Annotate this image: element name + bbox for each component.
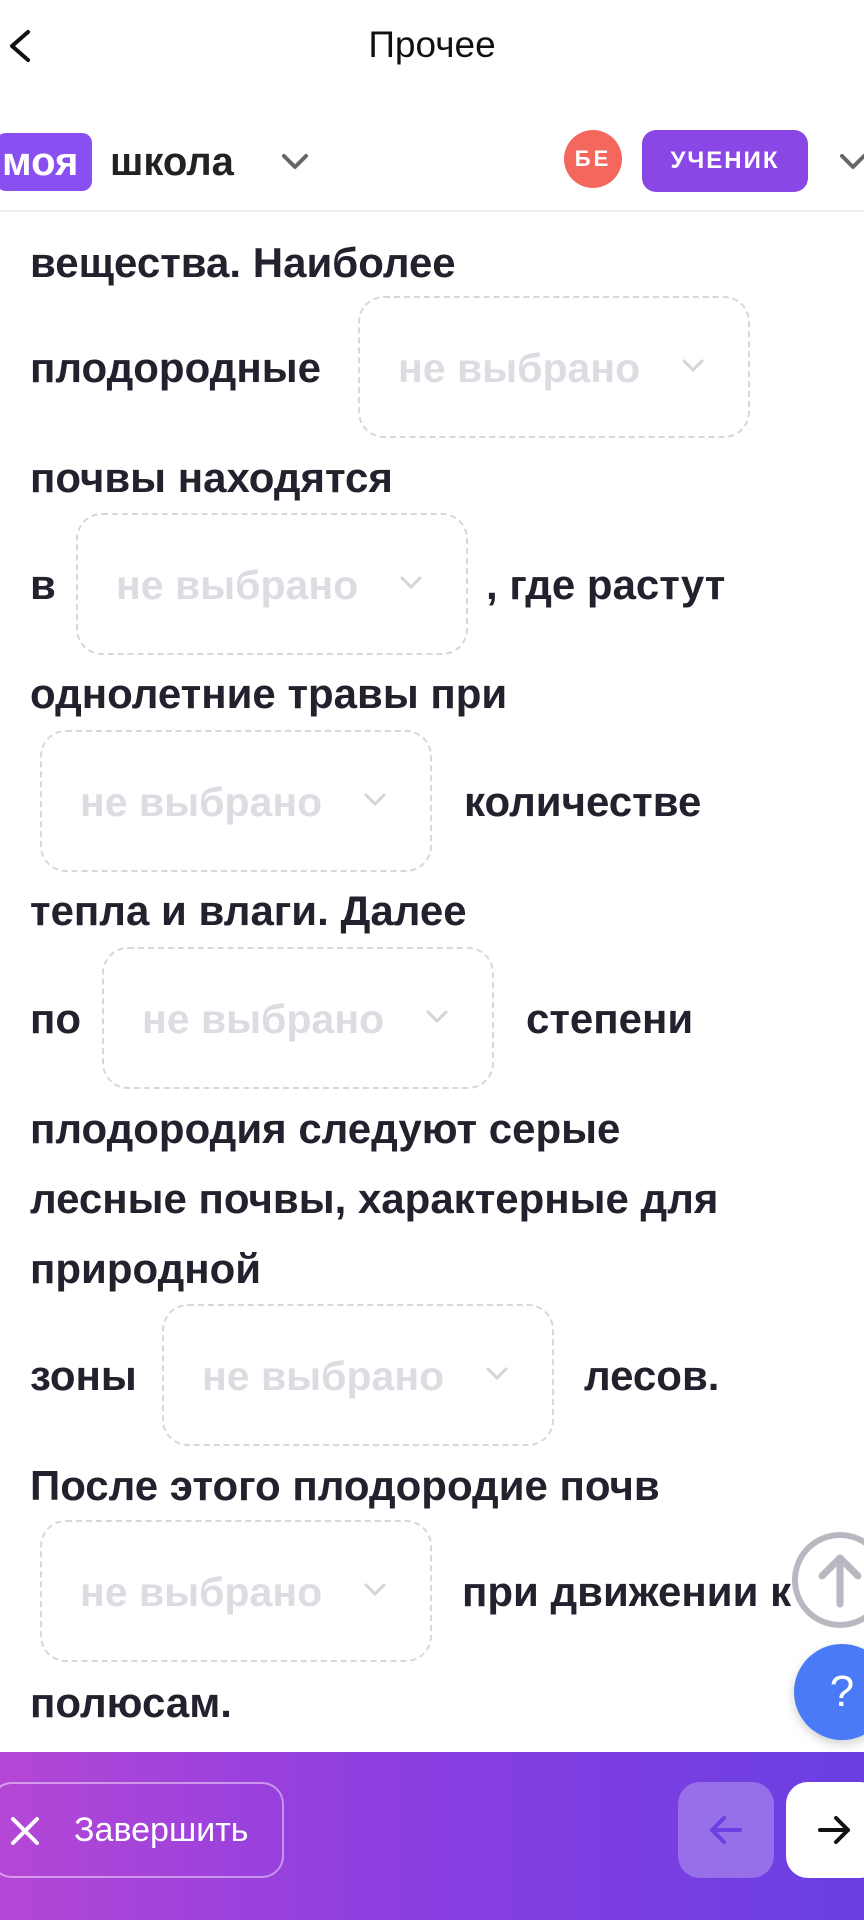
finish-button[interactable]: Завершить bbox=[0, 1782, 284, 1878]
arrow-right-icon bbox=[818, 1816, 850, 1844]
text-line: полюсам. bbox=[30, 1679, 232, 1726]
text-line: вещества. Наиболее bbox=[30, 239, 456, 286]
chevron-down-icon bbox=[400, 576, 422, 590]
text-line: почвы находятся bbox=[30, 454, 393, 501]
text-line: лесные почвы, характерные для bbox=[30, 1175, 719, 1222]
dropdown-placeholder: не выбрано bbox=[80, 1569, 323, 1615]
text-line: однолетние травы при bbox=[30, 670, 508, 717]
answer-dropdown[interactable]: не выбрано bbox=[102, 947, 494, 1089]
arrow-left-icon bbox=[710, 1816, 742, 1844]
answer-dropdown[interactable]: не выбрано bbox=[162, 1304, 554, 1446]
text-line: , где растут bbox=[486, 561, 726, 608]
exercise-text: вещества. Наиболее плодородные не выбран… bbox=[0, 212, 864, 1752]
arrow-up-icon bbox=[818, 1554, 862, 1608]
page-title: Прочее bbox=[368, 24, 496, 65]
text-line: степени bbox=[526, 995, 694, 1042]
chevron-down-icon bbox=[682, 359, 704, 373]
chevron-down-icon[interactable] bbox=[278, 150, 312, 174]
text-line: После этого плодородие почв bbox=[30, 1462, 660, 1509]
dropdown-placeholder: не выбрано bbox=[398, 345, 641, 391]
close-icon bbox=[11, 1817, 39, 1845]
text-line: тепла и влаги. Далее bbox=[30, 887, 467, 934]
text-line: природной bbox=[30, 1245, 262, 1292]
chevron-down-icon bbox=[486, 1367, 508, 1381]
avatar[interactable]: БЕ bbox=[564, 130, 622, 188]
answer-dropdown[interactable]: не выбрано bbox=[358, 296, 750, 438]
dropdown-placeholder: не выбрано bbox=[116, 562, 359, 608]
text-line: по bbox=[30, 995, 82, 1042]
text-line: в bbox=[30, 561, 56, 608]
scroll-up-button[interactable] bbox=[792, 1532, 864, 1628]
text-line: лесов. bbox=[584, 1352, 720, 1399]
dropdown-placeholder: не выбрано bbox=[202, 1353, 445, 1399]
answer-dropdown[interactable]: не выбрано bbox=[40, 1520, 432, 1662]
chevron-down-icon[interactable] bbox=[836, 150, 864, 174]
dropdown-placeholder: не выбрано bbox=[142, 996, 385, 1042]
role-badge[interactable]: УЧЕНИК bbox=[642, 130, 808, 192]
chevron-down-icon bbox=[364, 1583, 386, 1597]
logo-part-2[interactable]: школа bbox=[110, 133, 234, 191]
chevron-down-icon bbox=[364, 793, 386, 807]
text-line: плодородия следуют серые bbox=[30, 1105, 621, 1152]
chevron-down-icon bbox=[426, 1010, 448, 1024]
text-line: зоны bbox=[30, 1352, 137, 1399]
top-bar: Прочее bbox=[0, 0, 864, 100]
prev-button[interactable] bbox=[678, 1782, 774, 1878]
answer-dropdown[interactable]: не выбрано bbox=[40, 730, 432, 872]
text-line: количестве bbox=[464, 778, 702, 825]
dropdown-placeholder: не выбрано bbox=[80, 779, 323, 825]
next-button[interactable] bbox=[786, 1782, 864, 1878]
finish-label: Завершить bbox=[74, 1811, 249, 1849]
answer-dropdown[interactable]: не выбрано bbox=[76, 513, 468, 655]
logo-part-1[interactable]: моя bbox=[0, 133, 93, 191]
text-line: плодородные bbox=[30, 344, 321, 391]
text-line: при движении к bbox=[462, 1568, 792, 1615]
